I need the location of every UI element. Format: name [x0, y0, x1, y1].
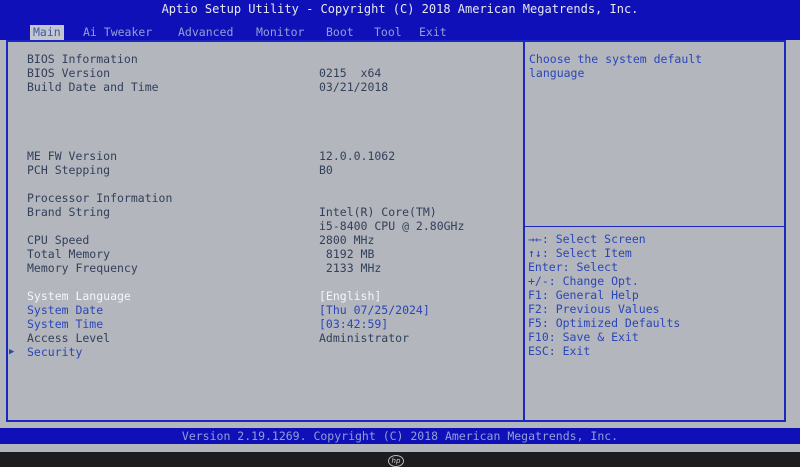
build-date-label: Build Date and Time — [27, 80, 159, 94]
key-enter-select: Enter: Select — [528, 260, 619, 274]
key-optimized-defaults: F5: Optimized Defaults — [528, 316, 681, 330]
bios-screen: Aptio Setup Utility - Copyright (C) 2018… — [0, 0, 800, 452]
hp-logo-icon: hp — [388, 455, 404, 467]
access-level-label: Access Level — [27, 331, 111, 345]
key-save-exit: F10: Save & Exit — [528, 330, 639, 344]
tab-monitor[interactable]: Monitor — [253, 25, 307, 40]
key-select-screen: →←: Select Screen — [528, 232, 646, 246]
processor-information-header: Processor Information — [27, 191, 173, 205]
cpu-speed-value: 2800 MHz — [319, 233, 375, 247]
help-divider-horizontal — [525, 226, 784, 227]
pch-stepping-value: B0 — [319, 163, 333, 177]
system-time-value[interactable]: [03:42:59] — [319, 317, 388, 331]
help-text-line1: Choose the system default — [529, 52, 703, 66]
system-date-value[interactable]: [Thu 07/25/2024] — [319, 303, 430, 317]
total-memory-label: Total Memory — [27, 247, 111, 261]
brand-string-value-line2: i5-8400 CPU @ 2.80GHz — [319, 219, 465, 233]
tab-advanced[interactable]: Advanced — [175, 25, 236, 40]
access-level-value: Administrator — [319, 331, 410, 345]
system-language-label[interactable]: System Language — [27, 289, 131, 303]
tab-boot[interactable]: Boot — [323, 25, 357, 40]
status-bar: Version 2.19.1269. Copyright (C) 2018 Am… — [0, 428, 800, 444]
help-text-line2: language — [529, 66, 585, 80]
panel-divider-vertical — [523, 40, 525, 422]
system-date-label[interactable]: System Date — [27, 303, 103, 317]
bios-version-value: 0215 x64 — [319, 66, 382, 80]
system-language-value[interactable]: [English] — [319, 289, 381, 303]
bios-version-label: BIOS Version — [27, 66, 111, 80]
memory-frequency-label: Memory Frequency — [27, 261, 138, 275]
security-submenu-item[interactable]: Security — [27, 345, 82, 359]
build-date-value: 03/21/2018 — [319, 80, 389, 94]
tab-ai-tweaker[interactable]: Ai Tweaker — [80, 25, 155, 40]
menu-bar: Main Ai Tweaker Advanced Monitor Boot To… — [0, 24, 800, 40]
tab-tool[interactable]: Tool — [371, 25, 405, 40]
brand-string-label: Brand String — [27, 205, 111, 219]
system-time-label[interactable]: System Time — [27, 317, 103, 331]
tab-exit[interactable]: Exit — [416, 25, 450, 40]
submenu-arrow-icon: ▶ — [9, 347, 15, 357]
me-fw-version-label: ME FW Version — [27, 149, 118, 163]
cpu-speed-label: CPU Speed — [27, 233, 90, 247]
key-previous-values: F2: Previous Values — [528, 302, 660, 316]
me-fw-version-value: 12.0.0.1062 — [319, 149, 396, 163]
key-select-item: ↑↓: Select Item — [528, 246, 632, 260]
bios-information-header: BIOS Information — [27, 52, 138, 66]
key-esc-exit: ESC: Exit — [528, 344, 591, 358]
pch-stepping-label: PCH Stepping — [27, 163, 111, 177]
total-memory-value: 8192 MB — [319, 247, 375, 261]
title-bar: Aptio Setup Utility - Copyright (C) 2018… — [0, 0, 800, 25]
key-general-help: F1: General Help — [528, 288, 639, 302]
tab-main[interactable]: Main — [30, 25, 64, 40]
brand-string-value-line1: Intel(R) Core(TM) — [319, 205, 437, 219]
memory-frequency-value: 2133 MHz — [319, 261, 382, 275]
key-change-opt: +/-: Change Opt. — [528, 274, 639, 288]
